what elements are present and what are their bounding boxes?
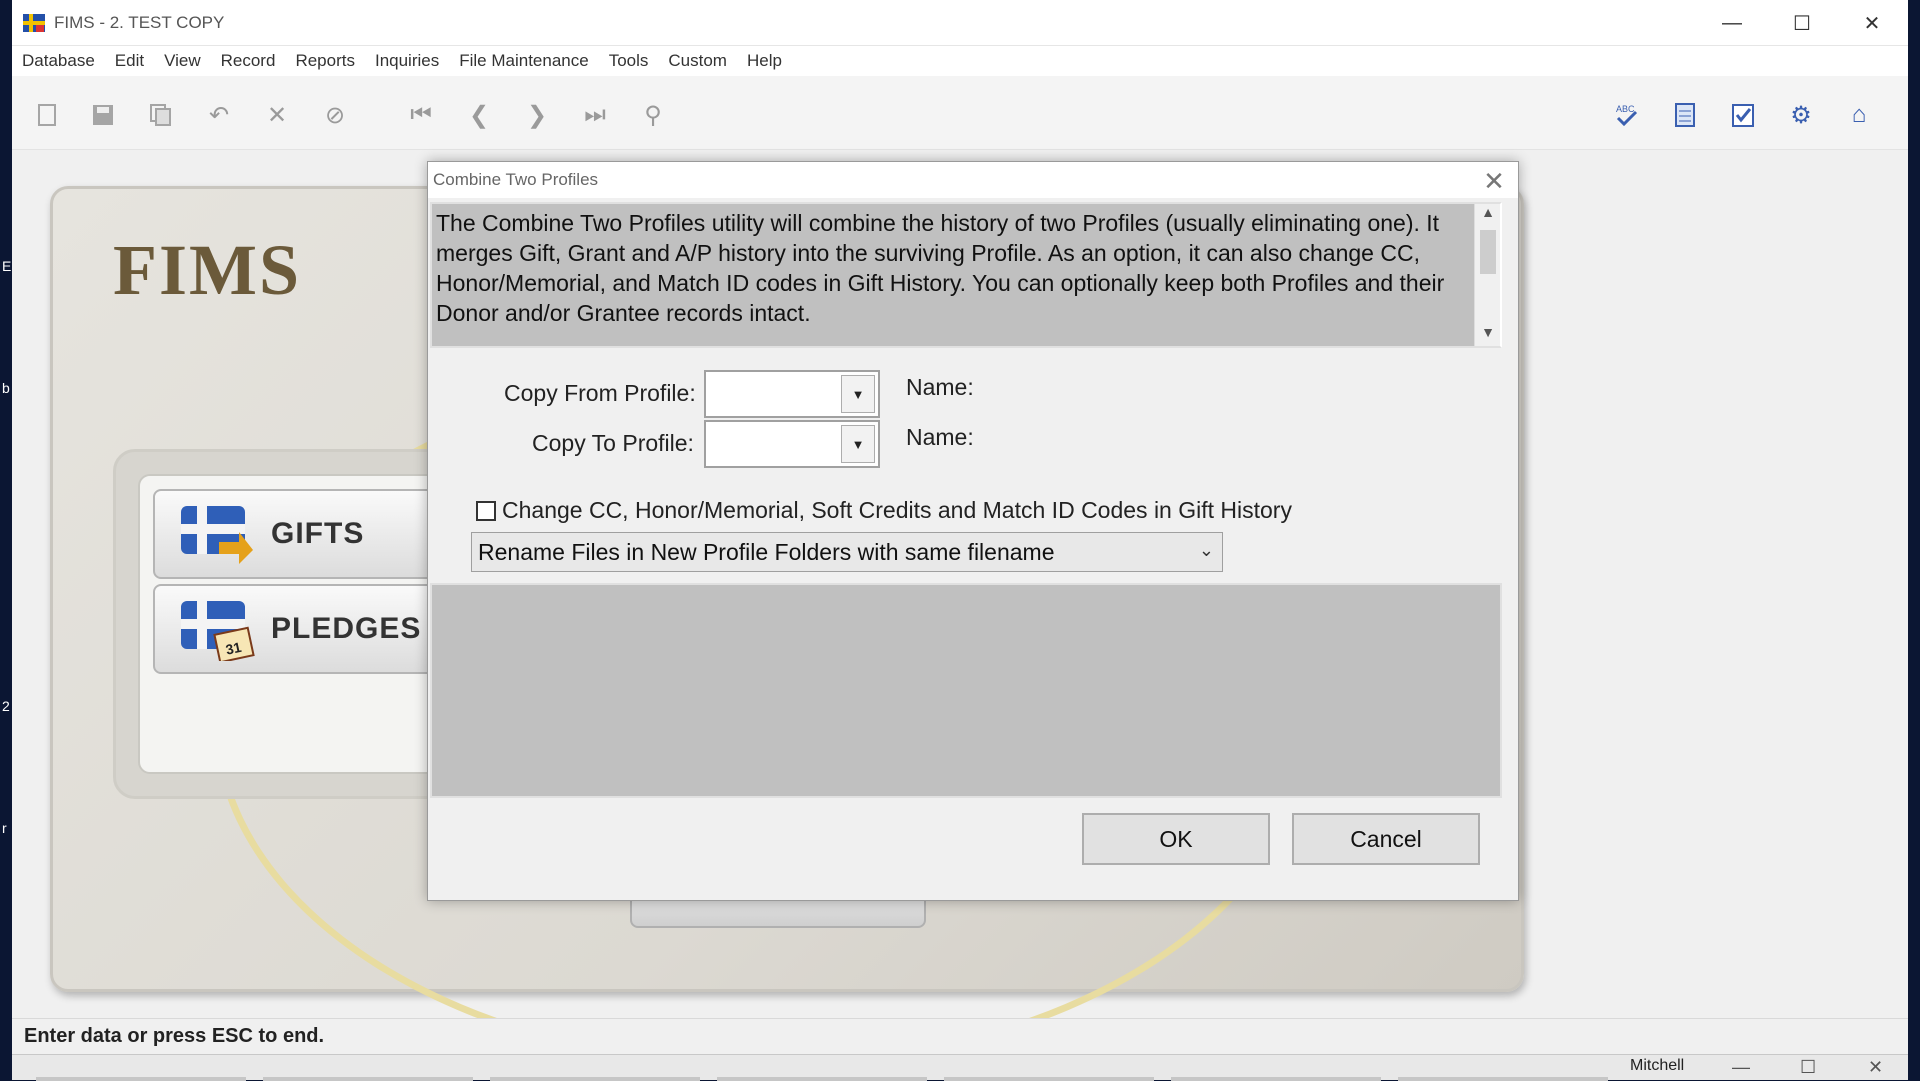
- scroll-down-icon[interactable]: ▼: [1475, 324, 1501, 346]
- mdi-slot[interactable]: [1171, 1077, 1381, 1081]
- rename-files-value: Rename Files in New Profile Folders with…: [478, 539, 1055, 565]
- cancel-icon[interactable]: ⊘: [320, 100, 350, 130]
- gifts-icon: [179, 502, 255, 566]
- menu-inquiries[interactable]: Inquiries: [375, 51, 439, 71]
- fims-app-icon: [22, 11, 46, 35]
- minimize-button[interactable]: —: [1698, 0, 1766, 46]
- edge-char: r: [2, 820, 7, 836]
- fims-logo: FIMS: [113, 230, 301, 310]
- pledges-icon: 31: [179, 597, 255, 664]
- gifts-label: GIFTS: [271, 517, 365, 550]
- menu-record[interactable]: Record: [221, 51, 276, 71]
- menu-reports[interactable]: Reports: [295, 51, 355, 71]
- change-codes-checkbox[interactable]: [476, 501, 496, 521]
- home-icon[interactable]: ⌂: [1844, 100, 1874, 130]
- mdi-minimize-icon[interactable]: —: [1732, 1057, 1750, 1078]
- user-name: Mitchell: [1630, 1057, 1685, 1074]
- copy-from-name-label: Name:: [906, 374, 974, 400]
- copy-icon[interactable]: [146, 100, 176, 130]
- last-record-icon[interactable]: ⏭: [580, 100, 610, 130]
- copy-to-name-label: Name:: [906, 424, 974, 450]
- spell-check-icon[interactable]: ABC: [1612, 100, 1642, 130]
- status-message: Enter data or press ESC to end.: [24, 1025, 325, 1047]
- menu-database[interactable]: Database: [22, 51, 95, 71]
- mdi-maximize-icon[interactable]: ☐: [1800, 1057, 1816, 1078]
- window-title: FIMS - 2. TEST COPY: [54, 12, 225, 32]
- previous-record-icon[interactable]: ❮: [464, 100, 494, 130]
- chevron-down-icon: ⌄: [1198, 540, 1214, 560]
- copy-to-label: Copy To Profile:: [532, 430, 694, 456]
- dialog-close-button[interactable]: ✕: [1480, 166, 1508, 197]
- description-box[interactable]: The Combine Two Profiles utility will co…: [430, 202, 1502, 348]
- next-record-icon[interactable]: ❯: [522, 100, 552, 130]
- menu-edit[interactable]: Edit: [115, 51, 144, 71]
- results-panel: [430, 583, 1502, 798]
- mdi-slot[interactable]: [944, 1077, 1154, 1081]
- menu-bar: Database Edit View Record Reports Inquir…: [12, 46, 1908, 76]
- dialog-title: Combine Two Profiles: [433, 170, 599, 189]
- combine-profiles-dialog: Combine Two Profiles ✕ The Combine Two P…: [427, 161, 1519, 901]
- mdi-slot[interactable]: [490, 1077, 700, 1081]
- copy-from-dropdown-icon[interactable]: ▼: [841, 375, 875, 413]
- maximize-button[interactable]: ☐: [1768, 0, 1836, 46]
- menu-file-maintenance[interactable]: File Maintenance: [459, 51, 588, 71]
- delete-icon[interactable]: ✕: [262, 100, 292, 130]
- checklist-icon[interactable]: [1728, 100, 1758, 130]
- copy-from-label: Copy From Profile:: [504, 380, 696, 406]
- mdi-close-icon[interactable]: ✕: [1868, 1057, 1883, 1078]
- menu-view[interactable]: View: [164, 51, 201, 71]
- menu-tools[interactable]: Tools: [609, 51, 649, 71]
- mdi-task-strip: Mitchell — ☐ ✕: [12, 1054, 1908, 1081]
- undo-icon[interactable]: ↶: [204, 100, 234, 130]
- first-record-icon[interactable]: ⏮: [406, 100, 436, 130]
- notes-icon[interactable]: [1670, 100, 1700, 130]
- description-scrollbar[interactable]: ▲ ▼: [1474, 204, 1500, 346]
- save-icon[interactable]: [88, 100, 118, 130]
- copy-to-combo[interactable]: ▼: [704, 420, 880, 468]
- title-bar[interactable]: FIMS - 2. TEST COPY — ☐ ✕: [12, 0, 1908, 46]
- find-icon[interactable]: ⚲: [638, 100, 668, 130]
- pledges-tile[interactable]: 31 PLEDGES: [153, 584, 453, 674]
- ok-button[interactable]: OK: [1082, 813, 1270, 865]
- edge-char: 2: [2, 698, 10, 714]
- status-bar: Enter data or press ESC to end.: [12, 1018, 1908, 1054]
- scroll-up-icon[interactable]: ▲: [1475, 204, 1501, 226]
- scroll-thumb[interactable]: [1480, 230, 1496, 274]
- mdi-slot[interactable]: [717, 1077, 927, 1081]
- copy-from-combo[interactable]: ▼: [704, 370, 880, 418]
- edge-char: E: [2, 258, 12, 274]
- menu-custom[interactable]: Custom: [668, 51, 727, 71]
- mdi-slot[interactable]: [36, 1077, 246, 1081]
- mdi-slot[interactable]: [263, 1077, 473, 1081]
- gifts-tile[interactable]: GIFTS: [153, 489, 453, 579]
- description-text: The Combine Two Profiles utility will co…: [436, 210, 1445, 326]
- change-codes-label[interactable]: Change CC, Honor/Memorial, Soft Credits …: [502, 497, 1292, 524]
- cancel-button[interactable]: Cancel: [1292, 813, 1480, 865]
- dialog-title-bar[interactable]: Combine Two Profiles ✕: [428, 162, 1518, 198]
- desktop-edge: E b 2 r: [0, 0, 12, 1080]
- close-window-button[interactable]: ✕: [1838, 0, 1906, 46]
- settings-icon[interactable]: ⚙: [1786, 100, 1816, 130]
- mdi-slot[interactable]: [1398, 1077, 1608, 1081]
- rename-files-select[interactable]: Rename Files in New Profile Folders with…: [471, 532, 1223, 572]
- copy-to-dropdown-icon[interactable]: ▼: [841, 425, 875, 463]
- fims-window: FIMS - 2. TEST COPY — ☐ ✕ Database Edit …: [12, 0, 1908, 1081]
- new-record-icon[interactable]: [32, 100, 62, 130]
- svg-text:ABC: ABC: [1616, 104, 1635, 114]
- menu-help[interactable]: Help: [747, 51, 782, 71]
- pledges-label: PLEDGES: [271, 612, 422, 645]
- edge-char: b: [2, 380, 10, 396]
